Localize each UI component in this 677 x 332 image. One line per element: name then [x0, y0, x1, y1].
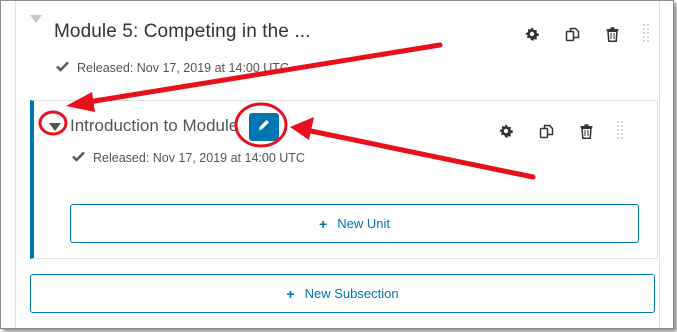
trash-icon[interactable] [604, 26, 620, 42]
new-unit-button[interactable]: + New Unit [70, 204, 639, 243]
subsection-introduction: Introduction to Module Released: Nov 17,… [30, 100, 658, 259]
drag-handle-icon[interactable] [616, 120, 624, 142]
gear-icon[interactable] [524, 26, 540, 42]
screenshot-frame: Module 5: Competing in the ... Released:… [0, 0, 674, 329]
section-module-5: Module 5: Competing in the ... Released:… [15, 1, 660, 328]
copy-icon[interactable] [538, 123, 554, 139]
subsection-release-status: Released: Nov 17, 2019 at 14:00 UTC [72, 150, 305, 165]
check-icon [56, 60, 69, 75]
plus-icon: + [319, 215, 328, 232]
plus-icon: + [286, 285, 295, 302]
check-icon [72, 150, 85, 165]
section-collapse-toggle-icon[interactable] [30, 15, 42, 23]
subsection-title[interactable]: Introduction to Module [70, 116, 238, 136]
section-actions [524, 23, 650, 45]
gear-icon[interactable] [498, 123, 514, 139]
new-unit-label: New Unit [337, 216, 390, 231]
new-subsection-label: New Subsection [304, 286, 399, 301]
section-release-status: Released: Nov 17, 2019 at 14:00 UTC [56, 60, 289, 75]
subsection-actions [498, 120, 624, 142]
edit-title-button[interactable] [249, 113, 279, 141]
subsection-released-text: Released: Nov 17, 2019 at 14:00 UTC [93, 151, 305, 165]
new-subsection-button[interactable]: + New Subsection [30, 274, 655, 313]
section-title[interactable]: Module 5: Competing in the ... [54, 21, 310, 43]
drag-handle-icon[interactable] [642, 23, 650, 45]
section-released-text: Released: Nov 17, 2019 at 14:00 UTC [77, 61, 289, 75]
trash-icon[interactable] [578, 123, 594, 139]
pencil-icon [257, 118, 271, 137]
subsection-collapse-toggle-icon[interactable] [49, 123, 61, 131]
copy-icon[interactable] [564, 26, 580, 42]
